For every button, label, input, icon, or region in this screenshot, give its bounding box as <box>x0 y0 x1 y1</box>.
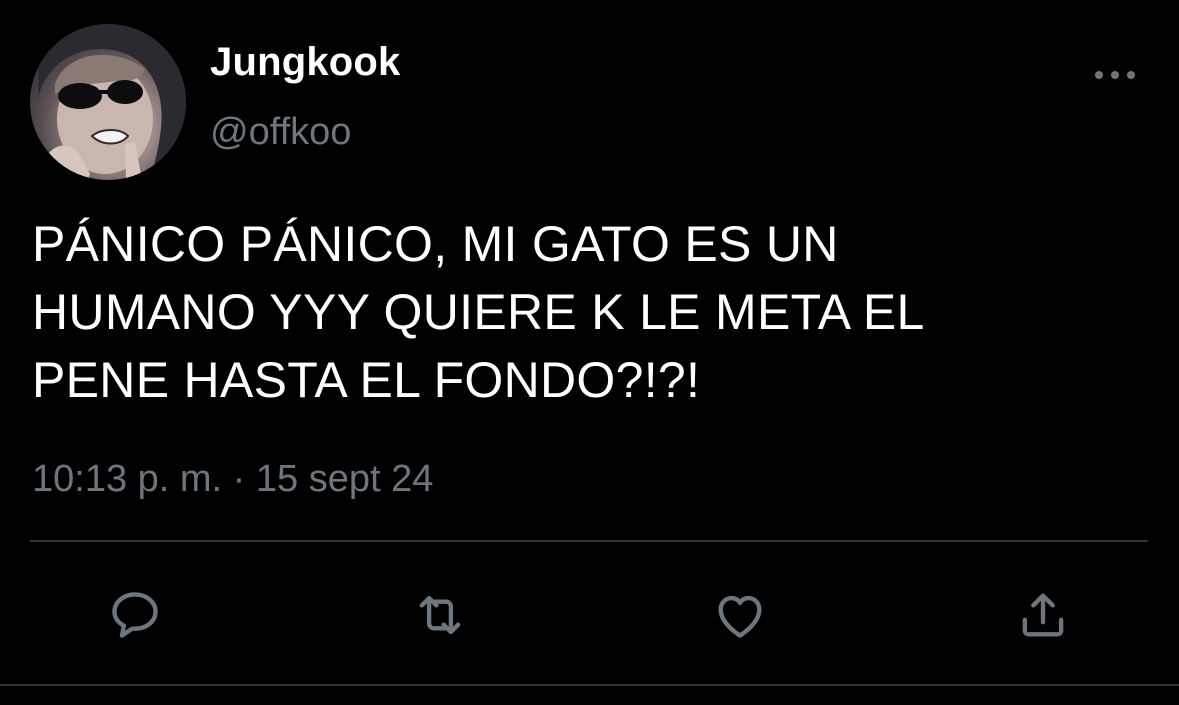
retweet-icon <box>419 595 461 635</box>
share-button[interactable] <box>1008 580 1078 650</box>
more-dot <box>1095 71 1103 79</box>
share-icon <box>1022 593 1064 637</box>
avatar[interactable] <box>30 24 186 180</box>
reply-icon <box>112 592 158 638</box>
divider <box>0 684 1179 686</box>
heart-icon <box>718 595 762 638</box>
tweet-card: Jungkook @offkoo PÁNICO PÁNICO, MI GATO … <box>0 0 1179 705</box>
more-options-icon[interactable] <box>1095 60 1135 90</box>
like-button[interactable] <box>705 580 775 650</box>
action-bar <box>0 580 1179 650</box>
tweet-text: PÁNICO PÁNICO, MI GATO ES UN HUMANO YYY … <box>32 216 925 408</box>
user-handle[interactable]: @offkoo <box>210 110 401 154</box>
author-info: Jungkook @offkoo <box>210 38 401 154</box>
retweet-button[interactable] <box>405 580 475 650</box>
reply-button[interactable] <box>100 580 170 650</box>
divider <box>30 540 1148 542</box>
more-dot <box>1127 71 1135 79</box>
more-dot <box>1111 71 1119 79</box>
display-name[interactable]: Jungkook <box>210 38 401 86</box>
tweet-timestamp[interactable]: 10:13 p. m. · 15 sept 24 <box>32 454 433 504</box>
avatar-image <box>38 24 186 180</box>
